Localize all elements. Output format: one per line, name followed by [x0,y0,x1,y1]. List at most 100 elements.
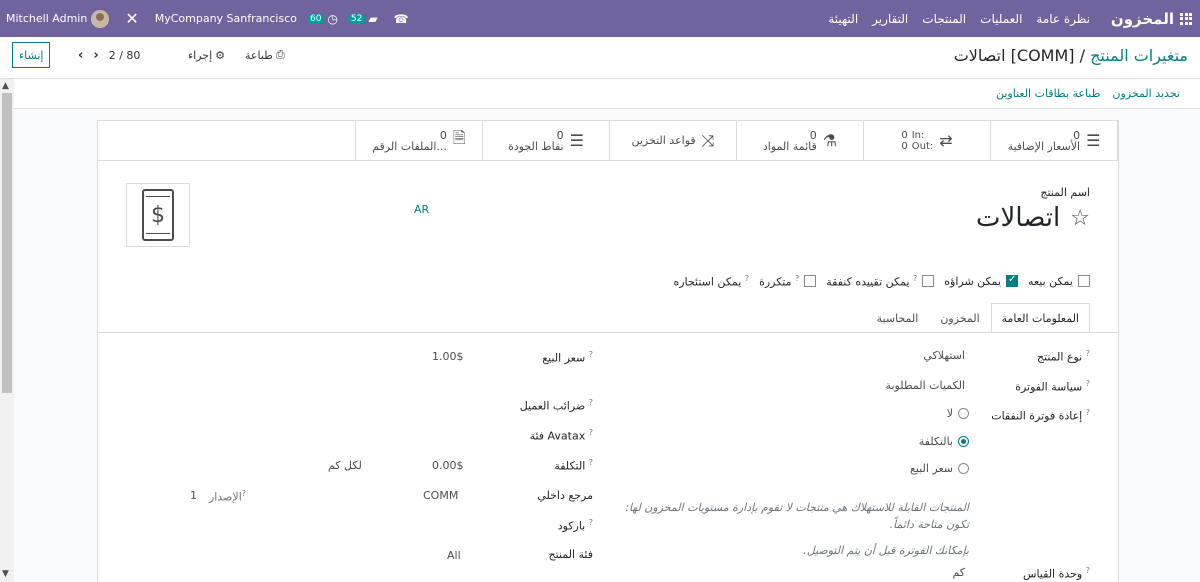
in-out-button[interactable]: ⇄ 0 In: 0 Out: [863,121,991,160]
product-title: ☆ اتصالات [976,203,1090,233]
menu-item-reporting[interactable]: التقارير [872,12,908,26]
invoicing-policy-field[interactable]: الكميات المطلوبة [886,379,965,392]
pager-value[interactable]: 2 / 80 [109,49,141,62]
consumable-help-text: المنتجات القابلة للاستهلاك هي منتجات لا … [625,501,969,531]
menu-item-operations[interactable]: العمليات [980,12,1022,26]
create-button[interactable]: إنشاء [12,42,51,68]
can-be-sold-checkbox[interactable]: يمكن بيعه [1028,275,1090,288]
messages-menu[interactable]: 52 ▰ [347,12,378,26]
help-icon[interactable]: ? [589,518,593,527]
random-icon: ⤨ [701,130,715,150]
top-navbar: المخزون نظرة عامة العمليات المنتجات التق… [0,0,1200,37]
pager-next-icon[interactable]: › [93,48,98,63]
list-icon: ☰ [1086,131,1101,150]
product-category-label: فئة المنتج [548,548,593,561]
scroll-thumb[interactable] [2,93,12,393]
bom-button[interactable]: ⚗ 0 قائمة المواد [736,121,864,160]
tab-general-info[interactable]: المعلومات العامة [990,303,1090,333]
radio-button[interactable] [958,463,969,474]
checkbox-box[interactable] [1078,275,1090,288]
help-icon[interactable]: ? [1086,408,1090,417]
user-name[interactable]: Mitchell Admin [6,12,87,25]
apps-grid-icon[interactable] [1180,12,1192,25]
print-labels-button[interactable]: طباعة بطاقات العناوين [996,87,1100,100]
help-icon[interactable]: ? [242,489,246,498]
reinvoice-option-sales-price[interactable]: سعر البيع [910,462,969,475]
help-icon[interactable]: ? [1086,379,1090,388]
cost-per-uom: لكل كم [328,459,362,472]
main-menu: نظرة عامة العمليات المنتجات التقارير الت… [828,0,1090,37]
tab-inventory[interactable]: المخزون [929,303,990,333]
scroll-down-icon[interactable]: ▼ [2,569,9,579]
tab-accounting[interactable]: المحاسبة [866,303,930,333]
language-button[interactable]: AR [414,203,429,216]
help-icon[interactable]: ? [745,274,749,283]
checkbox-box[interactable] [922,275,935,288]
tab-divider [98,332,1118,333]
help-icon[interactable]: ? [1086,566,1090,575]
putaway-rules-button[interactable]: ⤨ قواعد التخزين [609,121,737,160]
menu-item-overview[interactable]: نظرة عامة [1036,12,1090,26]
print-menu-button[interactable]: ⎙ طباعة [245,48,285,62]
internal-reference-field[interactable]: COMM [423,489,458,502]
form-statusbar: تجديد المخزون طباعة بطاقات العناوين [0,79,1200,109]
reinvoice-option-at-cost[interactable]: بالتكلفة [919,435,969,448]
help-icon[interactable]: ? [795,274,799,283]
debug-tools-icon[interactable]: ✕ [125,9,138,28]
product-type-field[interactable]: استهلاكي [923,349,965,362]
flask-icon: ⚗ [822,131,838,150]
scroll-up-icon[interactable]: ▲ [2,81,9,91]
version-field[interactable]: 1 [190,489,197,502]
cost-field[interactable]: 0.00$ [432,459,464,472]
sales-price-field[interactable]: 1.00$ [432,350,464,363]
help-icon[interactable]: ? [1086,349,1090,358]
app-title[interactable]: المخزون [1111,0,1192,37]
file-icon: 🗎 [452,128,466,147]
can-be-expensed-checkbox[interactable]: يمكن تقييده كنفقة ? [826,274,935,289]
checkbox-box[interactable] [804,275,817,288]
favorite-star-icon[interactable]: ☆ [1070,206,1090,231]
menu-item-configuration[interactable]: التهيئة [828,12,858,26]
help-icon[interactable]: ? [589,350,593,359]
help-icon[interactable]: ? [913,274,917,283]
product-image[interactable]: $ [126,183,190,247]
extra-prices-button[interactable]: ☰ 0 الأسعار الإضافية [990,121,1118,160]
version-label: الإصدار? [208,489,246,504]
checkbox-box[interactable] [1006,274,1019,288]
update-stock-button[interactable]: تجديد المخزون [1112,87,1180,100]
radio-button[interactable] [958,408,969,419]
quality-points-button[interactable]: ☰ 0 نقاط الجودة [482,121,610,160]
cost-label: التكلفة ? [554,458,593,473]
company-switcher[interactable]: MyCompany Sanfrancisco [155,12,297,25]
reinvoice-option-no[interactable]: لا [947,407,969,420]
invoicing-policy-label: سياسة الفوترة ? [1015,379,1090,394]
menu-item-products[interactable]: المنتجات [922,12,966,26]
app-name[interactable]: المخزون [1111,10,1174,28]
can-be-purchased-checkbox[interactable]: يمكن شراؤه [944,274,1019,288]
uom-field[interactable]: كم [952,566,965,579]
activity-count-badge: 60 [306,13,325,24]
help-icon[interactable]: ? [589,428,593,437]
pager: ‹ › 2 / 80 [78,42,140,68]
product-name-field[interactable]: اتصالات [976,203,1060,233]
product-category-field[interactable]: All [447,549,461,562]
gear-icon: ⚙ [215,48,226,62]
page-scrollbar[interactable]: ▲ ▼ [0,79,14,582]
can-be-rented-checkbox[interactable]: يمكن استئجاره ? [674,274,750,289]
radio-button[interactable] [958,436,969,447]
user-menu[interactable]: Mitchell Admin [6,9,110,28]
pager-previous-icon[interactable]: ‹ [78,48,83,63]
avatar[interactable] [91,9,110,28]
breadcrumb: متغيرات المنتج / [COMM] اتصالات [954,46,1188,65]
action-menu-button[interactable]: ⚙ إجراء [188,49,225,62]
help-icon[interactable]: ? [589,458,593,467]
form-tabs: المعلومات العامة المخزون المحاسبة [866,303,1090,333]
recurring-checkbox[interactable]: متكررة ? [759,274,817,289]
breadcrumb-parent-link[interactable]: متغيرات المنتج [1090,46,1188,65]
sales-price-label: سعر البيع ? [542,350,593,365]
documents-button[interactable]: 🗎 0 الملفات الرقم... [355,121,483,160]
phone-icon[interactable]: ☎ [394,12,409,26]
internal-reference-label: مرجع داخلي [537,489,593,502]
activity-menu[interactable]: 60 ◷ [306,12,338,26]
help-icon[interactable]: ? [589,398,593,407]
